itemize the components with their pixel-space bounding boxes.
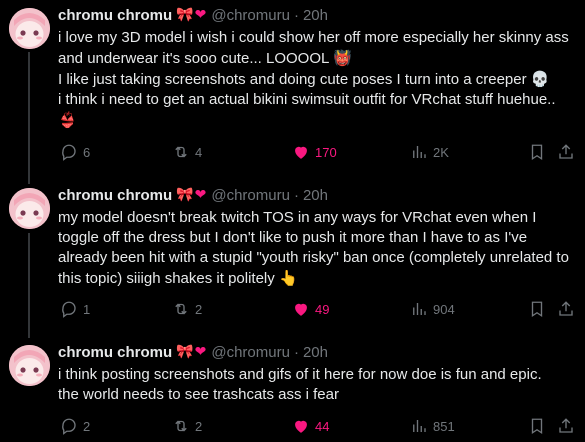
retweet-button[interactable]: 2	[172, 298, 202, 320]
tweet-line: i think i need to get an actual bikini s…	[58, 91, 556, 108]
reply-icon	[62, 301, 76, 318]
heart-emoji: ❤	[194, 7, 207, 23]
action-bar: 1 2 49 904	[52, 298, 582, 320]
avatar[interactable]	[9, 345, 50, 386]
retweet-button[interactable]: 4	[172, 141, 202, 163]
share-icon	[559, 301, 573, 316]
like-button[interactable]: 170	[292, 141, 337, 163]
like-icon	[295, 420, 307, 433]
tweet[interactable]: chromu chromu 🎀 ❤ @chromuru · 20h my mod…	[0, 180, 585, 328]
retweet-icon	[175, 420, 187, 432]
like-icon	[295, 303, 307, 316]
retweet-count: 4	[195, 144, 203, 160]
share-button[interactable]	[557, 415, 575, 437]
heart-emoji: ❤	[194, 187, 207, 203]
tweet-line: i love my 3D model i wish i could show h…	[58, 29, 569, 67]
retweet-button[interactable]: 2	[172, 415, 202, 437]
retweet-icon	[175, 303, 187, 315]
reply-count: 1	[83, 301, 91, 317]
view-count: 904	[433, 301, 455, 317]
display-name[interactable]: chromu chromu	[58, 187, 172, 204]
bookmark-button[interactable]	[528, 415, 546, 437]
timestamp[interactable]: 20h	[303, 344, 328, 361]
display-name[interactable]: chromu chromu	[58, 344, 172, 361]
tweet-line: I like just taking screenshots and doing…	[58, 71, 527, 88]
tweet-header: chromu chromu 🎀 ❤ @chromuru · 20h	[58, 185, 328, 205]
reply-count: 2	[83, 418, 91, 434]
tweet-line: my model doesn't break twitch TOS in any…	[58, 209, 569, 287]
bookmark-icon	[531, 418, 543, 435]
like-button[interactable]: 49	[292, 298, 329, 320]
retweet-count: 2	[195, 418, 203, 434]
avatar[interactable]	[9, 188, 50, 229]
tweet-text: i think posting screenshots and gifs of …	[58, 365, 570, 405]
bookmark-button[interactable]	[528, 298, 546, 320]
tweet-header: chromu chromu 🎀 ❤ @chromuru · 20h	[58, 5, 328, 25]
timestamp[interactable]: 20h	[303, 7, 328, 24]
tweet-header: chromu chromu 🎀 ❤ @chromuru · 20h	[58, 342, 328, 362]
retweet-count: 2	[195, 301, 203, 317]
views-icon	[413, 303, 426, 315]
tweet[interactable]: chromu chromu 🎀 ❤ @chromuru · 20h i thin…	[0, 337, 585, 442]
view-count: 851	[433, 418, 455, 434]
bookmark-icon	[531, 301, 543, 318]
views-icon	[413, 146, 426, 158]
separator-dot: ·	[293, 6, 299, 24]
like-count: 49	[315, 301, 330, 317]
user-handle[interactable]: @chromuru	[211, 344, 290, 361]
share-button[interactable]	[557, 141, 575, 163]
reply-button[interactable]: 2	[60, 415, 90, 437]
bookmark-button[interactable]	[528, 141, 546, 163]
display-name[interactable]: chromu chromu	[58, 7, 172, 24]
reply-icon	[62, 144, 76, 161]
reply-button[interactable]: 1	[60, 298, 90, 320]
reply-button[interactable]: 6	[60, 141, 90, 163]
heart-emoji: ❤	[194, 344, 207, 360]
ogre-emoji: 👹	[332, 49, 352, 67]
tweet-line: i think posting screenshots and gifs of …	[58, 366, 542, 383]
pointing-up-emoji: 👆	[278, 269, 298, 287]
avatar-image	[9, 188, 50, 229]
ribbon-emoji: 🎀	[176, 187, 194, 203]
views-button[interactable]: 851	[410, 415, 455, 437]
like-count: 44	[315, 418, 330, 434]
avatar[interactable]	[9, 8, 50, 49]
ribbon-emoji: 🎀	[176, 7, 194, 23]
like-count: 170	[315, 144, 337, 160]
tweet[interactable]: chromu chromu 🎀 ❤ @chromuru · 20h i love…	[0, 0, 585, 178]
user-handle[interactable]: @chromuru	[211, 187, 290, 204]
reply-icon	[62, 418, 76, 435]
tweet-text: i love my 3D model i wish i could show h…	[58, 28, 570, 131]
share-icon	[559, 418, 573, 433]
view-count: 2K	[433, 144, 449, 160]
separator-dot: ·	[293, 343, 299, 361]
reply-count: 6	[83, 144, 91, 160]
retweet-icon	[175, 146, 187, 158]
avatar-image	[9, 345, 50, 386]
separator-dot: ·	[293, 186, 299, 204]
action-bar: 2 2 44 851	[52, 415, 582, 437]
views-button[interactable]: 904	[410, 298, 455, 320]
views-button[interactable]: 2K	[410, 141, 449, 163]
like-icon	[295, 146, 307, 159]
views-icon	[413, 420, 426, 432]
share-icon	[559, 144, 573, 159]
avatar-image	[9, 8, 50, 49]
tweet-line: the world needs to see trashcats ass i f…	[58, 386, 339, 403]
tweet-text: my model doesn't break twitch TOS in any…	[58, 208, 570, 289]
timestamp[interactable]: 20h	[303, 187, 328, 204]
bookmark-icon	[531, 144, 543, 161]
share-button[interactable]	[557, 298, 575, 320]
bikini-emoji: 👙	[58, 111, 77, 129]
skull-emoji: 💀	[530, 70, 550, 88]
ribbon-emoji: 🎀	[176, 344, 194, 360]
user-handle[interactable]: @chromuru	[211, 7, 290, 24]
like-button[interactable]: 44	[292, 415, 329, 437]
action-bar: 6 4 170 2K	[52, 141, 582, 163]
